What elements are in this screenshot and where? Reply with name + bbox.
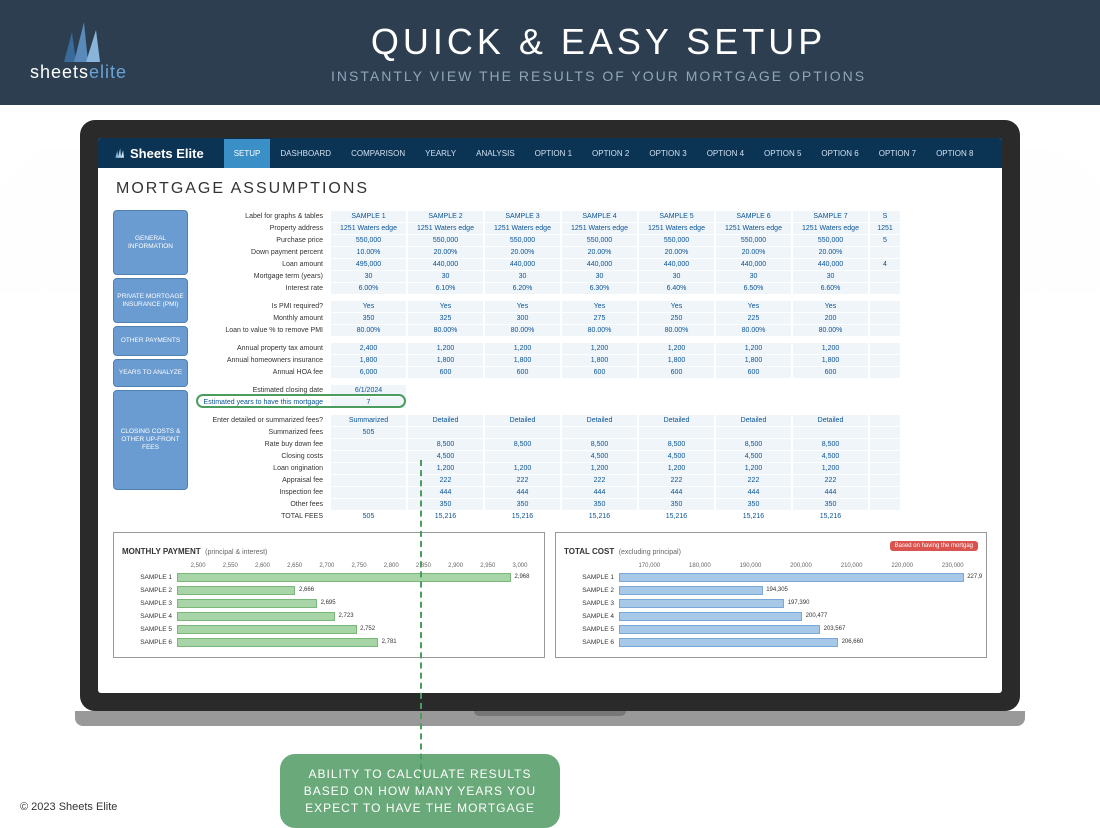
app-screen: Sheets Elite SETUP DASHBOARD COMPARISON … — [98, 138, 1002, 693]
bar-row: SAMPLE 12,968 — [122, 571, 536, 584]
bar-row: SAMPLE 52,752 — [122, 623, 536, 636]
row-pmi-month: Monthly amount350325300275250225200 — [196, 312, 987, 324]
chart-monthly-payment: MONTHLY PAYMENT (principal & interest) 2… — [113, 532, 545, 658]
tab-option6[interactable]: OPTION 6 — [811, 139, 868, 168]
row-ins: Annual homeowners insurance1,8001,8001,8… — [196, 354, 987, 366]
charts-row: MONTHLY PAYMENT (principal & interest) 2… — [98, 522, 1002, 668]
row-hoa: Annual HOA fee6,000600600600600600600 — [196, 366, 987, 378]
bar-row: SAMPLE 6206,660 — [564, 636, 978, 649]
chart-badge: Based on having the mortgag — [890, 541, 978, 551]
row-down: Down payment percent10.00%20.00%20.00%20… — [196, 246, 987, 258]
row-other-fees: Other fees350350350350350350 — [196, 498, 987, 510]
copyright: © 2023 Sheets Elite — [20, 801, 117, 813]
row-tax: Annual property tax amount2,4001,2001,20… — [196, 342, 987, 354]
tab-option3[interactable]: OPTION 3 — [639, 139, 696, 168]
sidebar-closing[interactable]: CLOSING COSTS & OTHER UP-FRONT FEES — [113, 390, 188, 490]
row-origination: Loan origination1,2001,2001,2001,2001,20… — [196, 462, 987, 474]
laptop-mockup: Sheets Elite SETUP DASHBOARD COMPARISON … — [0, 105, 1100, 711]
tab-bar: SETUP DASHBOARD COMPARISON YEARLY ANALYS… — [224, 139, 984, 168]
content-area: GENERAL INFORMATION PRIVATE MORTGAGE INS… — [98, 210, 1002, 522]
row-pmi-req: Is PMI required?YesYesYesYesYesYesYes — [196, 300, 987, 312]
main-title: QUICK & EASY SETUP — [127, 21, 1070, 63]
row-fee-type: Enter detailed or summarized fees?Summar… — [196, 414, 987, 426]
chart-total-cost: TOTAL COST (excluding principal) Based o… — [555, 532, 987, 658]
tab-option4[interactable]: OPTION 4 — [697, 139, 754, 168]
sidebar-general[interactable]: GENERAL INFORMATION — [113, 210, 188, 275]
laptop-base — [75, 711, 1025, 726]
row-ltv: Loan to value % to remove PMI80.00%80.00… — [196, 324, 987, 336]
sidebar-years[interactable]: YEARS TO ANALYZE — [113, 359, 188, 387]
row-price: Purchase price550,000550,000550,000550,0… — [196, 234, 987, 246]
row-term: Mortgage term (years)30303030303030 — [196, 270, 987, 282]
bar-row: SAMPLE 42,723 — [122, 610, 536, 623]
subtitle: INSTANTLY VIEW THE RESULTS OF YOUR MORTG… — [127, 68, 1070, 84]
logo-text: sheetselite — [30, 62, 127, 83]
app-logo-icon — [113, 147, 125, 159]
row-sum-fees: Summarized fees505 — [196, 426, 987, 438]
bar-row: SAMPLE 5203,567 — [564, 623, 978, 636]
callout-connector — [420, 460, 422, 790]
chart1-axis: 2,5002,5502,6002,6502,7002,7502,8002,850… — [182, 563, 536, 569]
app-logo: Sheets Elite — [113, 146, 204, 161]
tab-option7[interactable]: OPTION 7 — [869, 139, 926, 168]
tab-yearly[interactable]: YEARLY — [415, 139, 466, 168]
chart2-axis: 170,000180,000190,000200,000210,000220,0… — [624, 563, 978, 569]
row-inspection: Inspection fee444444444444444444 — [196, 486, 987, 498]
section-sidebar: GENERAL INFORMATION PRIVATE MORTGAGE INS… — [113, 210, 188, 522]
row-total-fees: TOTAL FEES50515,21615,21615,21615,21615,… — [196, 510, 987, 522]
bar-row: SAMPLE 4200,477 — [564, 610, 978, 623]
row-buydown: Rate buy down fee8,5008,5008,5008,5008,5… — [196, 438, 987, 450]
sidebar-pmi[interactable]: PRIVATE MORTGAGE INSURANCE (PMI) — [113, 278, 188, 323]
row-closing-costs: Closing costs4,5004,5004,5004,5004,500 — [196, 450, 987, 462]
bar-row: SAMPLE 1227,9 — [564, 571, 978, 584]
tab-option8[interactable]: OPTION 8 — [926, 139, 983, 168]
row-years: Estimated years to have this mortgage7 — [196, 396, 987, 408]
page-title: MORTGAGE ASSUMPTIONS — [98, 168, 1002, 210]
highlight-outline — [196, 394, 406, 408]
tab-dashboard[interactable]: DASHBOARD — [270, 139, 341, 168]
app-header: Sheets Elite SETUP DASHBOARD COMPARISON … — [98, 138, 1002, 168]
tab-setup[interactable]: SETUP — [224, 139, 271, 168]
brand-logo: sheetselite — [30, 22, 127, 83]
bar-row: SAMPLE 3197,390 — [564, 597, 978, 610]
laptop-frame: Sheets Elite SETUP DASHBOARD COMPARISON … — [80, 120, 1020, 711]
header-title: QUICK & EASY SETUP INSTANTLY VIEW THE RE… — [127, 21, 1070, 84]
sidebar-other[interactable]: OTHER PAYMENTS — [113, 326, 188, 356]
bar-row: SAMPLE 22,666 — [122, 584, 536, 597]
page-header: sheetselite QUICK & EASY SETUP INSTANTLY… — [0, 0, 1100, 105]
bar-row: SAMPLE 62,781 — [122, 636, 536, 649]
tab-option2[interactable]: OPTION 2 — [582, 139, 639, 168]
bar-row: SAMPLE 2194,305 — [564, 584, 978, 597]
bar-row: SAMPLE 32,695 — [122, 597, 536, 610]
tab-option5[interactable]: OPTION 5 — [754, 139, 811, 168]
row-loan: Loan amount495,000440,000440,000440,0004… — [196, 258, 987, 270]
tab-option1[interactable]: OPTION 1 — [525, 139, 582, 168]
row-labels: Label for graphs & tablesSAMPLE 1SAMPLE … — [196, 210, 987, 222]
data-grid: Label for graphs & tablesSAMPLE 1SAMPLE … — [196, 210, 987, 522]
row-property: Property address1251 Waters edge1251 Wat… — [196, 222, 987, 234]
tab-analysis[interactable]: ANALYSIS — [466, 139, 525, 168]
row-appraisal: Appraisal fee222222222222222222 — [196, 474, 987, 486]
logo-icon — [54, 22, 104, 62]
row-rate: Interest rate6.00%6.10%6.20%6.30%6.40%6.… — [196, 282, 987, 294]
tab-comparison[interactable]: COMPARISON — [341, 139, 415, 168]
